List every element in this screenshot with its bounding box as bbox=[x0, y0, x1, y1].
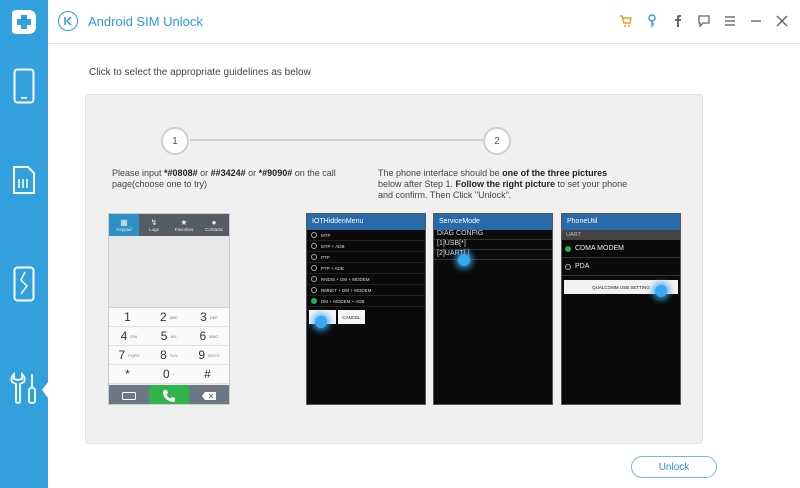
feedback-icon[interactable] bbox=[696, 13, 712, 29]
list-item: MTP bbox=[307, 230, 425, 241]
sidebar-item-phone[interactable] bbox=[0, 58, 48, 118]
dialer-screenshot: ▦ Keypad ↯ Logs ★ Favorites ● Contacts 1 2 AB… bbox=[108, 213, 230, 405]
back-button[interactable] bbox=[58, 11, 78, 31]
cart-icon[interactable] bbox=[618, 13, 634, 29]
minimize-icon[interactable] bbox=[748, 13, 764, 29]
header: Android SIM Unlock bbox=[48, 0, 800, 44]
tools-icon bbox=[8, 370, 40, 411]
tap-indicator bbox=[655, 285, 667, 297]
menu-icon[interactable] bbox=[722, 13, 738, 29]
dialer-bottom-bar bbox=[109, 385, 229, 404]
instruction-text: Click to select the appropriate guidelin… bbox=[89, 67, 311, 78]
step-1-circle: 1 bbox=[161, 127, 189, 155]
app-logo-icon bbox=[0, 0, 48, 44]
list-item: PDA bbox=[562, 258, 680, 276]
service-mode-title: ServiceMode bbox=[434, 214, 552, 230]
dialer-key: 9 WXYZ bbox=[189, 346, 229, 365]
app-title: Android SIM Unlock bbox=[88, 14, 203, 29]
dialer-tab-logs: ↯ Logs bbox=[149, 218, 159, 232]
sidebar bbox=[0, 0, 48, 488]
hidden-menu-cancel: CANCEL bbox=[338, 310, 365, 324]
dialer-key: 8 TUV bbox=[149, 346, 189, 365]
broken-phone-icon bbox=[13, 266, 35, 307]
dialer-key: 0 + bbox=[149, 365, 189, 384]
voicemail-icon bbox=[109, 385, 149, 404]
sim-card-icon bbox=[12, 165, 36, 200]
step-connector bbox=[190, 139, 500, 141]
dialer-tab-favorites: ★ Favorites bbox=[174, 218, 194, 232]
dialer-key: 1 bbox=[109, 308, 149, 327]
close-icon[interactable] bbox=[774, 13, 790, 29]
list-item: MTP + ADB bbox=[307, 241, 425, 252]
key-icon[interactable] bbox=[644, 13, 660, 29]
dialer-tab-contacts: ● Contacts bbox=[205, 218, 223, 232]
facebook-icon[interactable] bbox=[670, 13, 686, 29]
hidden-menu-screenshot: IOTHiddenMenu MTP MTP + ADB PTP PTP + AD… bbox=[306, 213, 426, 405]
phone-util-title: PhoneUtil bbox=[562, 214, 680, 230]
sidebar-item-tools[interactable] bbox=[0, 360, 48, 420]
back-icon bbox=[64, 16, 72, 26]
dialer-key: 7 PQRS bbox=[109, 346, 149, 365]
dialer-keypad: 1 2 ABC 3 DEF 4 GHI 5 JKL 6 MNO 7 PQRS 8 TUV 9W… bbox=[109, 308, 229, 384]
dialer-display bbox=[109, 236, 229, 308]
phone-icon bbox=[13, 68, 35, 109]
tap-indicator bbox=[315, 316, 327, 328]
list-item: PTP + ADB bbox=[307, 263, 425, 274]
phone-util-screenshot: PhoneUtil UART CDMA MODEM PDA QUALCOMM U… bbox=[561, 213, 681, 405]
dialer-key: # bbox=[189, 365, 229, 384]
guidelines-panel: 1 2 Please input *#0808# or ##3424# or *… bbox=[85, 94, 703, 444]
phone-util-section: UART bbox=[562, 230, 680, 240]
dialer-key: * bbox=[109, 365, 149, 384]
dialer-key: 5 JKL bbox=[149, 327, 189, 346]
step-2-text: The phone interface should be one of the… bbox=[378, 168, 628, 200]
dialer-tabs: ▦ Keypad ↯ Logs ★ Favorites ● Contacts bbox=[109, 214, 229, 236]
dialer-key: 6 MNO bbox=[189, 327, 229, 346]
header-icons bbox=[618, 13, 790, 29]
sidebar-item-repair[interactable] bbox=[0, 256, 48, 316]
list-item: DM + MODEM + ADB bbox=[307, 296, 425, 307]
dialer-tab-keypad: ▦ Keypad bbox=[109, 214, 139, 236]
dialer-key: 4 GHI bbox=[109, 327, 149, 346]
sidebar-item-sim[interactable] bbox=[0, 152, 48, 212]
call-icon bbox=[149, 385, 189, 404]
unlock-button[interactable]: Unlock bbox=[631, 456, 717, 478]
step-2-circle: 2 bbox=[483, 127, 511, 155]
list-item: RNDIS + DM + MODEM bbox=[307, 274, 425, 285]
list-item: PTP bbox=[307, 252, 425, 263]
dialer-key: 2 ABC bbox=[149, 308, 189, 327]
list-item: DIAG CONFIG bbox=[434, 230, 552, 240]
list-item: [1]USB[*] bbox=[434, 240, 552, 250]
backspace-icon bbox=[189, 385, 229, 404]
tap-indicator bbox=[458, 254, 470, 266]
list-item: [2]UART[ ] bbox=[434, 250, 552, 260]
step-1-text: Please input *#0808# or ##3424# or *#909… bbox=[112, 168, 336, 189]
dialer-key: 3 DEF bbox=[189, 308, 229, 327]
service-mode-screenshot: ServiceMode DIAG CONFIG [1]USB[*] [2]UAR… bbox=[433, 213, 553, 405]
list-item: RMNET + DM + MODEM bbox=[307, 285, 425, 296]
hidden-menu-title: IOTHiddenMenu bbox=[307, 214, 425, 230]
list-item: CDMA MODEM bbox=[562, 240, 680, 258]
